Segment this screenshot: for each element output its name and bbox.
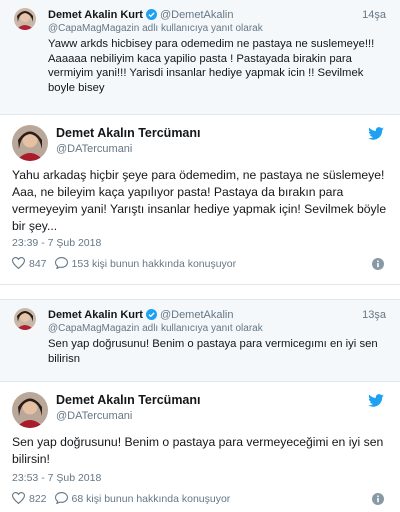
tweet-header: Demet Akalin Kurt @DemetAkalin: [48, 309, 233, 323]
tweet-text: Yaww arkds hicbisey para odemedim ne pas…: [48, 38, 375, 94]
tweet-date[interactable]: 23:53 - 7 Şub 2018: [12, 472, 101, 484]
tweet-reply-demet-2[interactable]: Demet Akalin Kurt @DemetAkalin 13şa @Capa…: [0, 300, 400, 382]
tweet-card-tercumani-2[interactable]: Demet Akalın Tercümanı @DATercumani Sen …: [0, 382, 400, 512]
tweet-stats: 847 153 kişi bunun hakkında konuşuyor: [11, 256, 237, 272]
info-icon[interactable]: [372, 492, 384, 510]
heart-icon[interactable]: [11, 256, 26, 272]
author-handle[interactable]: @DATercumani: [56, 143, 132, 155]
avatar[interactable]: [14, 308, 36, 330]
tweet-text: Sen yap doğrusunu! Benim o pastaya para …: [48, 338, 378, 365]
divider: [0, 285, 400, 300]
author-name[interactable]: Demet Akalın Tercümanı: [56, 393, 201, 407]
speech-bubble-icon[interactable]: [54, 256, 68, 272]
talk-count[interactable]: 153 kişi bunun hakkında konuşuyor: [72, 258, 237, 270]
tweet-time[interactable]: 13şa: [362, 309, 386, 321]
twitter-bird-icon[interactable]: [368, 394, 384, 412]
verified-badge-icon: [145, 309, 157, 323]
author-name[interactable]: Demet Akalın Tercümanı: [56, 126, 201, 140]
tweet-time[interactable]: 14şa: [362, 9, 386, 21]
avatar[interactable]: [12, 392, 48, 428]
author-handle[interactable]: @DATercumani: [56, 410, 132, 422]
like-count[interactable]: 847: [29, 258, 47, 270]
reply-to-label: @CapaMagMagazin adlı kullanıcıya yanıt o…: [48, 23, 263, 34]
avatar[interactable]: [12, 125, 48, 161]
talk-count[interactable]: 68 kişi bunun hakkında konuşuyor: [72, 493, 231, 505]
author-handle[interactable]: @DemetAkalin: [160, 9, 234, 21]
speech-bubble-icon[interactable]: [54, 491, 68, 507]
reply-to-label: @CapaMagMagazin adlı kullanıcıya yanıt o…: [48, 323, 263, 334]
heart-icon[interactable]: [11, 491, 26, 507]
twitter-bird-icon[interactable]: [368, 127, 384, 145]
author-handle[interactable]: @DemetAkalin: [160, 309, 234, 321]
tweet-stats: 822 68 kişi bunun hakkında konuşuyor: [11, 491, 231, 507]
tweet-date[interactable]: 23:39 - 7 Şub 2018: [12, 237, 101, 249]
tweet-reply-demet-1[interactable]: Demet Akalin Kurt @DemetAkalin 14şa @Capa…: [0, 0, 400, 115]
like-count[interactable]: 822: [29, 493, 47, 505]
author-name[interactable]: Demet Akalin Kurt: [48, 9, 143, 21]
author-name[interactable]: Demet Akalin Kurt: [48, 309, 143, 321]
avatar[interactable]: [14, 8, 36, 30]
tweet-header: Demet Akalin Kurt @DemetAkalin: [48, 9, 233, 23]
verified-badge-icon: [145, 9, 157, 23]
info-icon[interactable]: [372, 257, 384, 275]
tweet-text: Sen yap doğrusunu! Benim o pastaya para …: [12, 435, 384, 466]
tweet-card-tercumani-1[interactable]: Demet Akalın Tercümanı @DATercumani Yahu…: [0, 115, 400, 285]
tweet-text: Yahu arkadaş hiçbir şeye para ödemedim, …: [12, 168, 387, 233]
